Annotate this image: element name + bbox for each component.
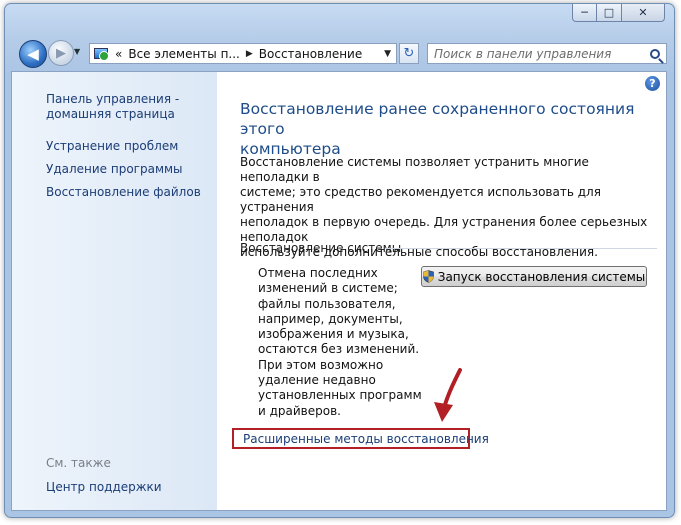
address-overflow-chevron[interactable]: « [115, 47, 122, 61]
advanced-recovery-methods-link[interactable]: Расширенные методы восстановления [243, 432, 489, 446]
search-box [427, 43, 667, 64]
section-text-line: остаются без изменений. [258, 342, 420, 357]
search-icon[interactable] [650, 48, 660, 59]
address-dropdown-icon[interactable]: ▼ [384, 49, 391, 59]
sidebar-home-line-2: домашняя страница [46, 107, 175, 121]
navigation-bar: ◀ ▶ ▼ « Все элементы п... ▶ Восстановлен… [17, 39, 667, 69]
address-bar[interactable]: « Все элементы п... ▶ Восстановление ▼ [89, 43, 397, 64]
section-text-line: При этом возможно [258, 357, 384, 372]
maximize-icon: □ [603, 6, 615, 19]
recent-pages-dropdown-icon[interactable]: ▼ [74, 47, 80, 56]
section-text-line: установленных программ [258, 388, 422, 403]
sidebar-support-center-link[interactable]: Центр поддержки [46, 480, 162, 495]
close-button[interactable]: ✕ [622, 4, 665, 22]
sidebar-home-line-1: Панель управления - [46, 92, 180, 106]
sidebar-item-file-recovery[interactable]: Восстановление файлов [46, 185, 201, 200]
breadcrumb-all-items[interactable]: Все элементы п... [128, 47, 240, 61]
control-panel-icon [93, 47, 109, 61]
sidebar-item-troubleshooting[interactable]: Устранение проблем [46, 139, 178, 154]
annotation-arrow-icon [434, 368, 462, 422]
maximize-button[interactable]: □ [597, 4, 622, 22]
page-title: Восстановление ранее сохраненного состоя… [240, 99, 640, 159]
section-text-line: Отмена последних [258, 266, 378, 280]
search-input[interactable] [428, 45, 646, 62]
sidebar-home-link[interactable]: Панель управления - домашняя страница [46, 92, 179, 122]
minimize-button[interactable]: ─ [572, 4, 597, 22]
sidebar-item-uninstall-program[interactable]: Удаление программы [46, 162, 183, 177]
help-icon[interactable]: ? [645, 76, 660, 91]
annotation-highlight-box: Расширенные методы восстановления [232, 428, 489, 449]
back-arrow-icon: ◀ [27, 45, 39, 63]
close-icon: ✕ [638, 6, 648, 19]
section-text-line: и драйверов. [258, 403, 341, 418]
refresh-icon: ↻ [403, 46, 415, 61]
open-system-restore-label: Запуск восстановления системы [437, 269, 646, 284]
section-text-line: файлы пользователя, [258, 296, 396, 311]
section-text-line: изображения и музыка, [258, 327, 409, 342]
system-restore-section-title: Восстановление системы [240, 241, 402, 255]
minimize-icon: ─ [581, 6, 588, 19]
sidebar-see-also-label: См. также [46, 456, 111, 470]
caption-buttons: ─ □ ✕ [572, 4, 665, 22]
control-panel-window: ─ □ ✕ ◀ ▶ ▼ « Все элементы п... ▶ Восста… [4, 3, 675, 518]
description-line: системе; это средство рекомендуется испо… [240, 185, 601, 214]
section-divider [385, 248, 657, 249]
breadcrumb-separator-icon[interactable]: ▶ [246, 49, 253, 59]
forward-button[interactable]: ▶ [48, 40, 74, 66]
uac-shield-icon [422, 270, 434, 283]
breadcrumb-recovery[interactable]: Восстановление [259, 47, 362, 61]
sidebar: Панель управления - домашняя страница Ус… [12, 72, 217, 510]
back-button[interactable]: ◀ [19, 40, 47, 68]
section-text-line: удаление недавно [258, 373, 376, 388]
open-system-restore-button[interactable]: Запуск восстановления системы [421, 266, 647, 287]
description-line: Восстановление системы позволяет устрани… [240, 155, 589, 184]
content-area: Панель управления - домашняя страница Ус… [11, 71, 667, 511]
page-title-line-1: Восстановление ранее сохраненного состоя… [240, 100, 635, 138]
refresh-button[interactable]: ↻ [399, 43, 419, 64]
section-text-line: изменений в системе; [258, 281, 398, 296]
system-restore-description: Отмена последних изменений в системе; фа… [258, 266, 428, 419]
forward-arrow-icon: ▶ [56, 45, 66, 61]
section-text-line: например, документы, [258, 311, 403, 326]
